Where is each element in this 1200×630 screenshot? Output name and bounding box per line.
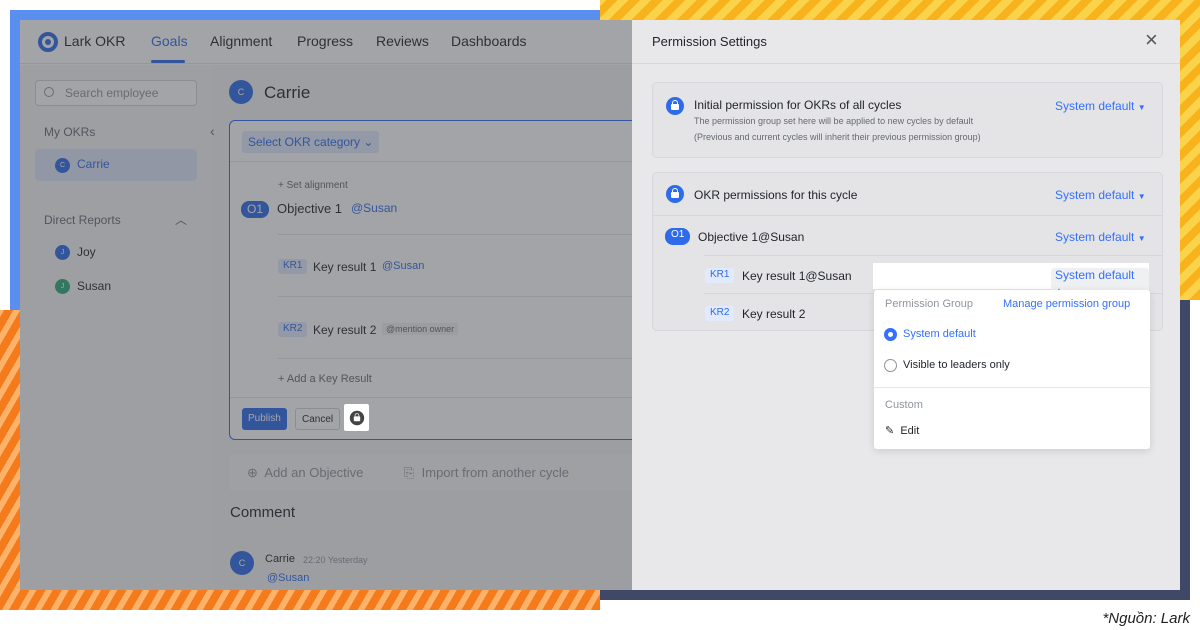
custom-label: Custom: [885, 399, 923, 411]
divider: [874, 387, 1150, 388]
caret-down-icon: ▼: [1137, 192, 1146, 201]
caret-down-icon: ▼: [1137, 103, 1146, 112]
kr-tag: KR2: [705, 306, 735, 321]
cycle-permission-title: OKR permissions for this cycle: [694, 188, 858, 202]
modal-overlay: [20, 20, 632, 590]
initial-permission-note: (Previous and current cycles will inheri…: [694, 132, 981, 142]
select-value: System default: [1055, 230, 1135, 244]
initial-permission-card: Initial permission for OKRs of all cycle…: [652, 82, 1163, 158]
permission-lock-button[interactable]: [344, 404, 369, 431]
kr-title: Key result 2: [742, 307, 806, 321]
kr-tag: KR1: [705, 268, 735, 283]
lock-icon: [666, 185, 684, 203]
close-icon[interactable]: ×: [1145, 27, 1158, 53]
initial-permission-desc: The permission group set here will be ap…: [694, 116, 974, 126]
divider: [653, 215, 1162, 216]
select-value: System default: [1055, 99, 1135, 113]
panel-title: Permission Settings: [652, 34, 767, 49]
kr-title: Key result 1@Susan: [742, 269, 852, 283]
select-value: System default: [1055, 188, 1135, 202]
objective-permission-select[interactable]: System default ▼: [1055, 230, 1146, 244]
cycle-permission-select[interactable]: System default ▼: [1055, 188, 1146, 202]
lock-icon: [349, 410, 365, 426]
radio-selected[interactable]: [884, 328, 897, 341]
permission-dropdown: Permission Group Manage permission group…: [874, 290, 1150, 449]
option-label: Visible to leaders only: [903, 359, 1010, 371]
caret-down-icon: ▼: [1137, 234, 1146, 243]
divider: [632, 63, 1180, 64]
divider: [704, 255, 1162, 256]
objective-tag: O1: [665, 228, 691, 245]
lock-icon: [666, 97, 684, 115]
permission-group-label: Permission Group: [885, 298, 974, 310]
manage-permission-group-link[interactable]: Manage permission group: [1003, 298, 1130, 310]
objective-title: Objective 1@Susan: [698, 230, 805, 244]
edit-label: Edit: [900, 425, 920, 437]
initial-permission-title: Initial permission for OKRs of all cycle…: [694, 98, 902, 112]
select-value: System default: [1055, 268, 1135, 282]
edit-option[interactable]: ✎ Edit: [885, 424, 919, 437]
kr1-select-row: System default ▲: [873, 263, 1149, 298]
pencil-icon: ✎: [885, 425, 895, 437]
option-label: System default: [903, 328, 976, 340]
initial-permission-select[interactable]: System default ▼: [1055, 99, 1146, 113]
source-caption: *Nguồn: Lark: [1102, 610, 1190, 627]
radio-unselected[interactable]: [884, 359, 897, 372]
